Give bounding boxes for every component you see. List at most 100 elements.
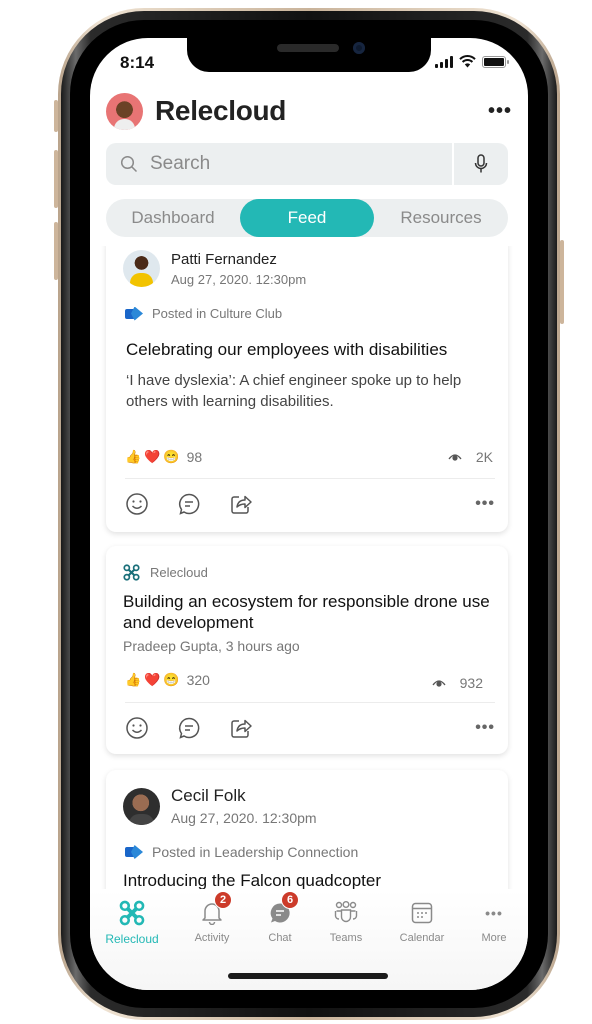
reaction-count: 320 (186, 672, 210, 688)
teams-icon (334, 901, 358, 923)
drone-icon (123, 564, 140, 581)
more-icon: ••• (485, 905, 503, 921)
phone-screen: 8:14 Relecloud ••• Search Dashboard Feed… (90, 38, 528, 990)
microphone-icon (474, 154, 488, 173)
nav-chat[interactable]: 6 Chat (244, 891, 316, 944)
reactions[interactable]: 👍 ❤️ 😁 320 (125, 672, 210, 688)
app-title: Relecloud (155, 95, 287, 126)
view-count: 932 (432, 675, 483, 691)
app-header: Relecloud ••• (106, 91, 512, 131)
tab-dashboard[interactable]: Dashboard (106, 199, 240, 237)
source-name[interactable]: Relecloud (150, 565, 208, 580)
battery-icon (482, 55, 509, 68)
status-time: 8:14 (120, 53, 155, 72)
status-icons (435, 55, 509, 68)
community-link[interactable]: Posted in Culture Club (152, 306, 282, 321)
wifi-icon (459, 55, 476, 68)
post-title[interactable]: Building an ecosystem for responsible dr… (123, 591, 493, 633)
reaction-count: 98 (186, 449, 203, 465)
tab-resources[interactable]: Resources (374, 199, 508, 237)
nav-relecloud[interactable]: Relecloud (96, 899, 168, 946)
notch (187, 38, 431, 72)
author-name[interactable]: Cecil Folk (171, 786, 317, 806)
post-more-button[interactable]: ••• (475, 719, 495, 737)
nav-label: Activity (194, 932, 230, 944)
post-author: Cecil Folk Aug 27, 2020. 12:30pm (123, 786, 317, 826)
posted-in: Posted in Leadership Connection (125, 844, 358, 860)
bottom-navigation: Relecloud 2 Activity 6 Chat Teams Calend… (90, 889, 528, 990)
community-link[interactable]: Posted in Leadership Connection (152, 844, 358, 860)
nav-calendar[interactable]: Calendar (386, 899, 458, 944)
search-icon (120, 155, 138, 173)
divider (125, 702, 495, 703)
laugh-icon: 😁 (163, 672, 180, 687)
eye-icon (432, 680, 446, 687)
yammer-icon (125, 306, 143, 321)
nav-label: Chat (268, 932, 292, 944)
voice-search-button[interactable] (452, 143, 508, 185)
post-byline: Pradeep Gupta, 3 hours ago (123, 638, 300, 654)
author-name[interactable]: Patti Fernandez (171, 251, 306, 268)
author-avatar[interactable] (123, 250, 160, 287)
share-icon[interactable] (229, 716, 253, 740)
nav-activity[interactable]: 2 Activity (176, 891, 248, 944)
volume-up-button (54, 150, 58, 208)
nav-teams[interactable]: Teams (310, 899, 382, 944)
tab-bar: Dashboard Feed Resources (106, 199, 508, 237)
post-more-button[interactable]: ••• (475, 495, 495, 513)
volume-down-button (54, 222, 58, 280)
heart-icon: ❤️ (144, 449, 161, 464)
user-avatar[interactable] (106, 92, 143, 130)
front-camera (353, 42, 365, 54)
search-bar (106, 143, 508, 185)
calendar-icon (411, 902, 433, 924)
views-value: 2K (475, 449, 493, 465)
home-indicator[interactable] (228, 973, 388, 979)
thumbs-up-icon: 👍 (125, 672, 142, 687)
comment-icon[interactable] (177, 716, 201, 740)
feed-post[interactable]: Relecloud Building an ecosystem for resp… (106, 546, 508, 754)
posted-in: Posted in Culture Club (125, 306, 282, 321)
yammer-icon (125, 845, 143, 859)
chat-badge: 6 (281, 891, 299, 909)
eye-icon (448, 454, 462, 461)
feed-post[interactable]: Patti Fernandez Aug 27, 2020. 12:30pm Po… (106, 246, 508, 532)
post-date: Aug 27, 2020. 12:30pm (171, 810, 317, 826)
nav-label: More (481, 932, 507, 944)
post-date: Aug 27, 2020. 12:30pm (171, 271, 307, 287)
author-avatar[interactable] (123, 787, 160, 825)
search-input[interactable] (150, 153, 440, 175)
post-actions: ••• (125, 492, 495, 516)
feed-post[interactable]: Cecil Folk Aug 27, 2020. 12:30pm Posted … (106, 770, 508, 889)
signal-icon (435, 55, 453, 68)
post-stats: 👍 ❤️ 😁 320 932 (125, 669, 483, 691)
speaker (277, 44, 339, 52)
nav-label: Relecloud (105, 932, 159, 946)
react-smiley-icon[interactable] (125, 492, 149, 516)
power-button (560, 240, 564, 324)
thumbs-up-icon: 👍 (125, 449, 142, 464)
nav-more[interactable]: ••• More (458, 899, 528, 944)
share-icon[interactable] (229, 492, 253, 516)
post-actions: ••• (125, 716, 495, 740)
react-smiley-icon[interactable] (125, 716, 149, 740)
post-body: ‘I have dyslexia’: A chief engineer spok… (126, 372, 462, 410)
views-value: 932 (459, 675, 483, 691)
drone-icon (119, 900, 145, 926)
view-count: 2K (448, 449, 493, 465)
divider (125, 478, 495, 479)
silent-switch (54, 100, 58, 132)
nav-label: Calendar (399, 932, 445, 944)
post-author: Patti Fernandez Aug 27, 2020. 12:30pm (123, 250, 306, 287)
post-stats: 👍 ❤️ 😁 98 2K (125, 449, 493, 465)
post-title[interactable]: Introducing the Falcon quadcopter (123, 871, 381, 889)
post-title[interactable]: Celebrating our employees with disabilit… (126, 340, 447, 360)
reactions[interactable]: 👍 ❤️ 😁 98 (125, 449, 202, 465)
more-options-button[interactable]: ••• (488, 100, 512, 123)
heart-icon: ❤️ (144, 672, 161, 687)
notification-badge: 2 (214, 891, 232, 909)
nav-label: Teams (329, 932, 363, 944)
tab-feed[interactable]: Feed (240, 199, 374, 237)
comment-icon[interactable] (177, 492, 201, 516)
feed-list[interactable]: Patti Fernandez Aug 27, 2020. 12:30pm Po… (90, 246, 528, 889)
